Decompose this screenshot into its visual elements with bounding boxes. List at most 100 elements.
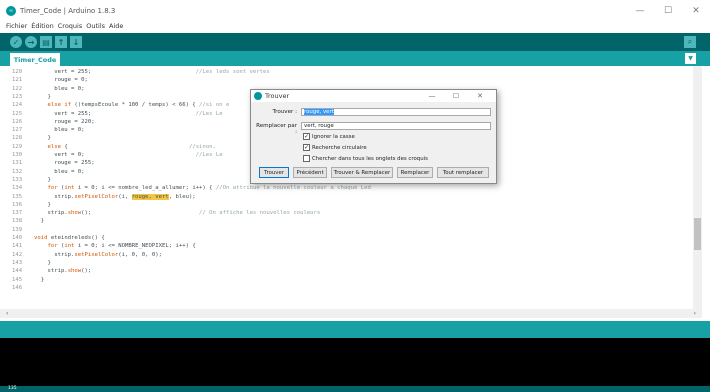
code-token: (i, 0, 0, 0); (118, 251, 162, 258)
code-token: for (47, 185, 58, 192)
upload-icon[interactable]: → (25, 36, 37, 48)
serial-monitor-icon[interactable]: ⌕ (684, 36, 696, 48)
code-text: vert = 255; //Les Le (34, 110, 223, 118)
code-token: //On attribue la nouvelle couleur a chaq… (215, 185, 371, 192)
code-text: rouge = 220; (34, 118, 95, 126)
code-line[interactable]: 121 rouge = 0; (0, 76, 690, 84)
find-input-value: rouge, vert (304, 109, 334, 115)
checkbox-ignore-case[interactable]: ✓ (303, 133, 310, 140)
horizontal-scrollbar[interactable]: ‹ › (0, 309, 702, 318)
vertical-scrollbar[interactable] (693, 66, 702, 310)
line-number-label: 131 (12, 160, 23, 167)
dialog-maximize-icon[interactable]: ☐ (444, 90, 468, 102)
code-line[interactable]: 134 for (int i = 0; i <= nombre_led_a_al… (0, 184, 690, 192)
line-number-label: 120 (12, 69, 23, 75)
menu-edition[interactable]: Édition (31, 22, 54, 30)
code-line[interactable]: 146 (0, 284, 690, 292)
window-controls: — ☐ ✕ (626, 0, 710, 22)
code-line[interactable]: 136 } (0, 201, 690, 209)
dialog-minimize-icon[interactable]: — (420, 90, 444, 102)
code-line[interactable]: 142 strip.setPixelColor(i, 0, 0, 0); (0, 251, 690, 259)
save-icon[interactable]: ↓ (70, 36, 82, 48)
tab-timer-code[interactable]: Timer_Code (10, 53, 60, 66)
new-icon[interactable]: ▤ (40, 36, 52, 48)
arduino-logo-icon (254, 92, 262, 100)
code-line[interactable]: 135 strip.setPixelColor(i, rouge, vert, … (0, 193, 690, 201)
code-token: int (64, 185, 75, 192)
code-token: else (47, 143, 61, 150)
code-token: } (34, 135, 51, 142)
dialog-title-bar: Trouver — ☐ ✕ (251, 90, 496, 102)
toolbar: ✓ → ▤ ↑ ↓ ⌕ (0, 33, 710, 51)
dialog-close-icon[interactable]: ✕ (468, 90, 492, 102)
code-line[interactable]: 138 } (0, 217, 690, 225)
code-token: } (34, 276, 45, 283)
checkbox-wrap-around[interactable]: ✓ (303, 144, 310, 151)
line-number-label: 130 (12, 152, 23, 158)
line-number-label: 146 (12, 284, 23, 291)
code-line[interactable]: 137 strip.show(); // On affiche les nouv… (0, 209, 690, 217)
code-token: rouge = 255; (34, 160, 95, 167)
tab-menu-icon[interactable]: ▼ (685, 53, 696, 64)
replace-all-button[interactable]: Tout remplacer (437, 167, 489, 178)
code-token: strip. (34, 210, 68, 217)
ignore-case-checkbox[interactable]: ✓ Ignorer la casse (303, 133, 355, 140)
code-text: } (34, 134, 51, 142)
status-bar (0, 321, 710, 338)
code-token: eteindreleds() { (47, 235, 105, 241)
replace-button[interactable]: Remplacer (397, 167, 433, 178)
wrap-around-checkbox[interactable]: ✓ Recherche circulaire (303, 144, 367, 151)
find-input[interactable]: rouge, vert (301, 108, 491, 116)
code-token: ((tempsEcoule * 100 / temps) < 66) { (71, 102, 200, 109)
search-all-tabs-label: Chercher dans tous les onglets des croqu… (312, 155, 428, 162)
window-title: Timer_Code | Arduino 1.8.3 (20, 7, 116, 15)
code-token: //Les Le (195, 110, 223, 117)
menu-aide[interactable]: Aide (109, 22, 123, 30)
menu-croquis[interactable]: Croquis (58, 22, 82, 30)
scrollbar-thumb[interactable] (694, 218, 701, 250)
verify-icon[interactable]: ✓ (10, 36, 22, 48)
code-token: rouge = 220; (34, 118, 95, 125)
code-token: bleu = 0; (34, 85, 85, 92)
code-line[interactable]: 139 (0, 226, 690, 234)
line-number-label: 139 (12, 226, 23, 233)
code-text: rouge = 0; (34, 76, 88, 84)
maximize-icon[interactable]: ☐ (654, 0, 682, 22)
replace-input[interactable]: vert, rouge (301, 122, 491, 130)
code-line[interactable]: 141 for (int i = 0; i <= NOMBRE_NEOPIXEL… (0, 242, 690, 250)
find-replace-button[interactable]: Trouver & Remplacer (331, 167, 393, 178)
scroll-left-icon[interactable]: ‹ (6, 310, 8, 317)
code-text: } (34, 201, 50, 209)
code-token: (); (81, 210, 200, 217)
code-token: (i, (118, 193, 132, 200)
search-all-tabs-checkbox[interactable]: Chercher dans tous les onglets des croqu… (303, 155, 428, 162)
code-token: for (47, 243, 58, 250)
open-icon[interactable]: ↑ (55, 36, 67, 48)
minimize-icon[interactable]: — (626, 0, 654, 22)
wrap-around-label: Recherche circulaire (312, 144, 367, 151)
code-token: void (34, 235, 48, 241)
close-icon[interactable]: ✕ (682, 0, 710, 22)
line-number-label: 128 (12, 135, 23, 142)
code-line[interactable]: 144 strip.show(); (0, 267, 690, 275)
find-button[interactable]: Trouver (259, 167, 289, 178)
previous-button[interactable]: Précédent (293, 167, 327, 178)
code-token: //sinon, (188, 143, 216, 150)
code-token: vert = 255; (34, 110, 196, 117)
menu-outils[interactable]: Outils (86, 22, 105, 30)
dialog-controls: — ☐ ✕ (420, 90, 492, 102)
code-token: int (64, 243, 75, 250)
code-line[interactable]: 120 vert = 255; //Les leds sont vertes (0, 68, 690, 76)
menu-fichier[interactable]: Fichier (6, 22, 27, 30)
tab-bar: Timer_Code ▼ (0, 51, 710, 66)
code-line[interactable]: 140 void eteindreleds() { (0, 234, 690, 242)
checkbox-search-all-tabs[interactable] (303, 155, 310, 162)
line-number-label: 124 (12, 102, 23, 109)
code-token: { (60, 143, 189, 150)
line-number-label: 132 (12, 168, 23, 175)
code-line[interactable]: 145 } (0, 276, 690, 284)
line-number-label: 142 (12, 251, 23, 258)
line-number-label: 141 (12, 243, 23, 250)
scroll-right-icon[interactable]: › (694, 310, 696, 317)
code-line[interactable]: 143 } (0, 259, 690, 267)
